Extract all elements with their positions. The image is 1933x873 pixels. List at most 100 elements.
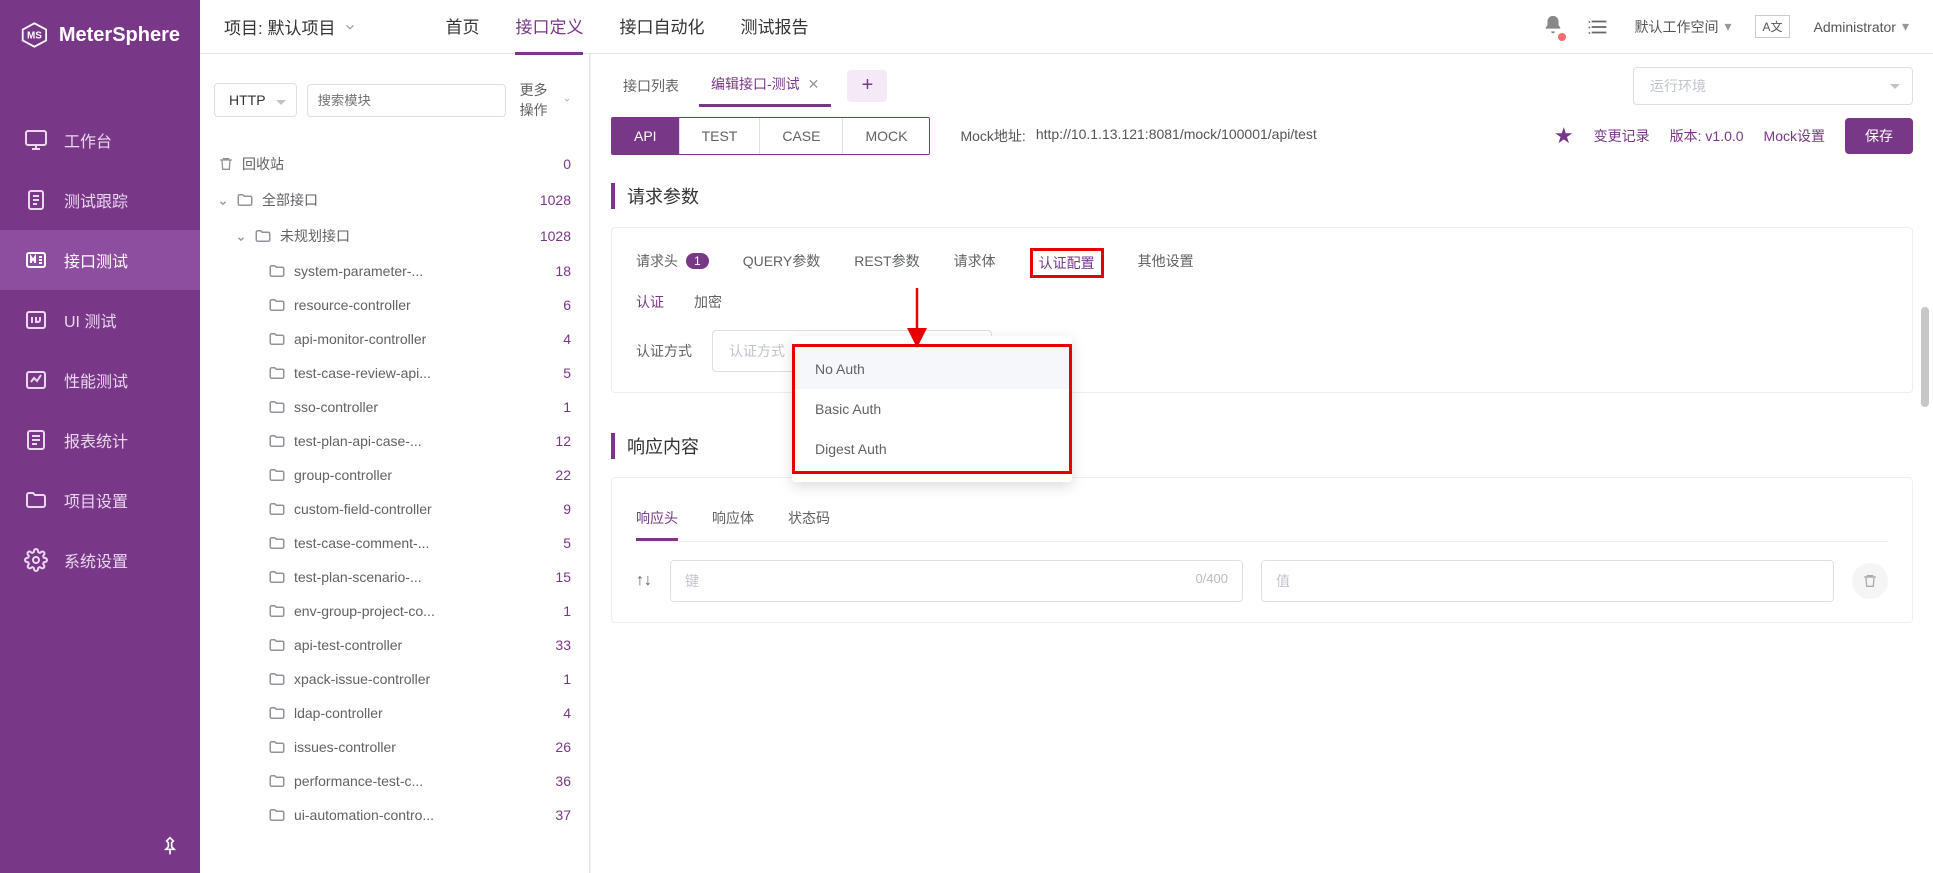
brand-name: MeterSphere <box>59 24 180 47</box>
nav-system-settings[interactable]: 系统设置 <box>0 530 200 590</box>
tab-edit-api[interactable]: 编辑接口-测试 ✕ <box>699 64 831 107</box>
tree-item[interactable]: test-case-review-api...5 <box>214 356 575 390</box>
topnav-api-auto[interactable]: 接口自动化 <box>619 0 704 55</box>
gear-icon <box>24 548 48 572</box>
tab-label: 编辑接口-测试 <box>711 74 800 94</box>
save-button[interactable]: 保存 <box>1845 118 1913 154</box>
param-tab-query[interactable]: QUERY参数 <box>743 251 821 275</box>
nav-project-settings[interactable]: 项目设置 <box>0 470 200 530</box>
tree-item[interactable]: resource-controller6 <box>214 288 575 322</box>
topnav-report[interactable]: 测试报告 <box>740 0 808 55</box>
task-icon[interactable] <box>1588 16 1610 38</box>
tree-label: test-plan-scenario-... <box>294 569 422 585</box>
run-env-select[interactable]: 运行环境 <box>1633 67 1913 105</box>
tree-label: system-parameter-... <box>294 263 423 279</box>
close-icon[interactable]: ✕ <box>808 76 820 93</box>
auth-subtab-encrypt[interactable]: 加密 <box>694 292 722 312</box>
monitor-icon <box>24 128 48 152</box>
scrollbar-thumb[interactable] <box>1921 307 1929 407</box>
resp-tab-status[interactable]: 状态码 <box>788 498 830 541</box>
tree-item[interactable]: test-plan-api-case-...12 <box>214 424 575 458</box>
nav-report[interactable]: 报表统计 <box>0 410 200 470</box>
tree-root-all[interactable]: 全部接口 1028 <box>214 182 575 218</box>
clipboard-icon <box>24 188 48 212</box>
add-tab-button[interactable]: + <box>847 70 887 102</box>
param-tab-headers[interactable]: 请求头 1 <box>636 251 709 275</box>
workspace-selector[interactable]: 默认工作空间 ▾ <box>1634 17 1731 37</box>
tree-item[interactable]: custom-field-controller9 <box>214 492 575 526</box>
param-tab-other[interactable]: 其他设置 <box>1138 251 1194 275</box>
param-tab-body[interactable]: 请求体 <box>954 251 996 275</box>
param-tab-auth[interactable]: 认证配置 <box>1030 248 1104 278</box>
auth-subtab-auth[interactable]: 认证 <box>636 292 664 312</box>
auth-option-digest[interactable]: Digest Auth <box>795 429 1069 469</box>
sort-handle[interactable]: ↑↓ <box>636 572 652 590</box>
tab-api-list[interactable]: 接口列表 <box>611 66 691 106</box>
header-value-input[interactable]: 值 <box>1261 560 1834 602</box>
notifications-button[interactable] <box>1542 14 1564 39</box>
project-selector[interactable]: 项目: 默认项目 <box>224 14 357 39</box>
language-toggle[interactable]: A文 <box>1755 15 1789 38</box>
protocol-select[interactable]: HTTP <box>214 83 297 117</box>
more-label: 更多操作 <box>520 80 557 120</box>
tree-item[interactable]: sso-controller1 <box>214 390 575 424</box>
subtab-mock[interactable]: MOCK <box>843 118 929 154</box>
subtab-test[interactable]: TEST <box>680 118 761 154</box>
tree-label: 全部接口 <box>262 190 318 210</box>
brand-logo[interactable]: MS MeterSphere <box>0 0 200 70</box>
tree-label: test-case-comment-... <box>294 535 429 551</box>
tree-item[interactable]: group-controller22 <box>214 458 575 492</box>
tree-count: 4 <box>563 705 571 721</box>
tree-count: 1 <box>563 399 571 415</box>
headers-count-badge: 1 <box>686 253 709 269</box>
pin-toggle[interactable] <box>0 822 200 873</box>
param-tab-rest[interactable]: REST参数 <box>854 251 919 275</box>
tree-item[interactable]: test-case-comment-...5 <box>214 526 575 560</box>
tree-count: 12 <box>555 433 571 449</box>
nav-perf[interactable]: 性能测试 <box>0 350 200 410</box>
resp-tab-body[interactable]: 响应体 <box>712 498 754 541</box>
tree-item[interactable]: api-test-controller33 <box>214 628 575 662</box>
nav-ui-test[interactable]: UI 测试 <box>0 290 200 350</box>
version-link[interactable]: 版本: v1.0.0 <box>1670 126 1744 146</box>
delete-row-button[interactable] <box>1852 563 1888 599</box>
tree-item[interactable]: issues-controller26 <box>214 730 575 764</box>
tree-item[interactable]: performance-test-c...36 <box>214 764 575 798</box>
nav-api-test[interactable]: 接口测试 <box>0 230 200 290</box>
nav-track[interactable]: 测试跟踪 <box>0 170 200 230</box>
trash-icon <box>218 156 234 172</box>
auth-option-none[interactable]: No Auth <box>795 349 1069 389</box>
tree-item[interactable]: env-group-project-co...1 <box>214 594 575 628</box>
folder-icon <box>268 568 286 586</box>
module-search-input[interactable] <box>307 84 506 117</box>
tree-count: 9 <box>563 501 571 517</box>
tree-item[interactable]: ldap-controller4 <box>214 696 575 730</box>
more-actions[interactable]: 更多操作 <box>516 72 575 128</box>
auth-option-basic[interactable]: Basic Auth <box>795 389 1069 429</box>
user-menu[interactable]: Administrator ▾ <box>1814 18 1910 35</box>
tree-item[interactable]: xpack-issue-controller1 <box>214 662 575 696</box>
tree-item[interactable]: ui-automation-contro...37 <box>214 798 575 832</box>
resp-tab-headers[interactable]: 响应头 <box>636 498 678 541</box>
recycle-bin[interactable]: 回收站 0 <box>214 146 575 182</box>
subtab-api[interactable]: API <box>612 118 680 154</box>
tree-item[interactable]: test-plan-scenario-...15 <box>214 560 575 594</box>
mock-settings-link[interactable]: Mock设置 <box>1764 126 1825 146</box>
folder-icon <box>268 602 286 620</box>
tree-item[interactable]: system-parameter-...18 <box>214 254 575 288</box>
folder-icon <box>268 330 286 348</box>
header-key-input[interactable]: 键 0/400 <box>670 560 1243 602</box>
folder-icon <box>254 227 272 245</box>
star-icon[interactable]: ★ <box>1554 123 1574 149</box>
topnav-api-def[interactable]: 接口定义 <box>515 0 583 55</box>
tree-unplanned[interactable]: 未规划接口 1028 <box>214 218 575 254</box>
topnav-home[interactable]: 首页 <box>445 0 479 55</box>
nav-label: 接口测试 <box>64 248 128 272</box>
changelog-link[interactable]: 变更记录 <box>1594 126 1650 146</box>
subtab-case[interactable]: CASE <box>760 118 843 154</box>
tree-label: issues-controller <box>294 739 396 755</box>
nav-label: 报表统计 <box>64 428 128 452</box>
tree-item[interactable]: api-monitor-controller4 <box>214 322 575 356</box>
auth-select-placeholder: 认证方式 <box>729 343 785 359</box>
nav-workbench[interactable]: 工作台 <box>0 110 200 170</box>
